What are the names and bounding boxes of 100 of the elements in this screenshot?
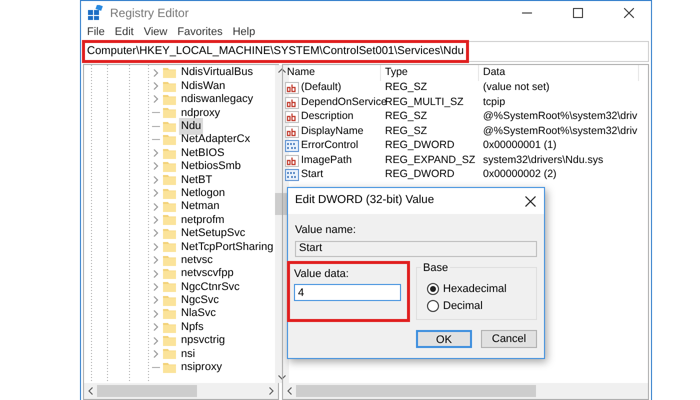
chevron-icon[interactable] (152, 68, 160, 77)
string-value-icon (285, 126, 299, 138)
value-data: 0x00000002 (2) (482, 168, 558, 182)
radio-button[interactable] (427, 300, 439, 312)
menu-item[interactable]: Favorites (177, 25, 223, 39)
horizontal-scrollbar[interactable] (84, 383, 278, 399)
folder-icon (163, 348, 176, 360)
chevron-icon[interactable] (152, 149, 160, 158)
close-icon (624, 8, 634, 18)
column-header[interactable]: Name (283, 65, 381, 81)
value-data-field[interactable]: 4 (294, 284, 401, 301)
menu-item[interactable]: File (87, 25, 105, 39)
folder-icon (163, 241, 176, 252)
menu-item[interactable]: Help (232, 25, 256, 39)
maximize-icon (573, 8, 583, 18)
chevron-icon[interactable] (152, 282, 160, 291)
chevron-icon[interactable] (152, 242, 160, 251)
chevron-icon[interactable] (152, 336, 160, 344)
string-value-icon (285, 96, 299, 109)
window-title: Registry Editor (110, 5, 189, 22)
folder-icon (163, 281, 176, 292)
menu-item[interactable]: Edit (114, 25, 134, 39)
dialog-title: Edit DWORD (32-bit) Value (295, 193, 434, 208)
binary-value-icon (285, 140, 299, 152)
radio-label[interactable]: Hexadecimal (443, 280, 507, 298)
chevron-icon[interactable] (152, 162, 160, 170)
chevron-icon[interactable] (152, 323, 160, 332)
dialog-button[interactable]: Cancel (481, 330, 537, 348)
folder-icon (163, 188, 176, 199)
menu-item[interactable]: View (144, 25, 168, 39)
value-data: (value not set) (482, 81, 551, 96)
radio-label[interactable]: Decimal (443, 298, 483, 314)
scrollbar-thumb[interactable] (296, 385, 536, 397)
folder-icon (163, 120, 176, 132)
folder-icon (163, 228, 176, 239)
radio-button[interactable] (427, 283, 439, 295)
folder-icon (163, 107, 176, 118)
folder-icon (163, 94, 176, 105)
horizontal-scrollbar[interactable] (283, 383, 648, 399)
folder-icon (163, 201, 176, 212)
chevron-icon[interactable] (152, 350, 160, 358)
value-type: REG_SZ (384, 81, 428, 96)
tree-item[interactable]: Ndu (179, 118, 204, 135)
close-icon (524, 196, 536, 206)
folder-icon (163, 322, 176, 333)
folder-icon (163, 268, 176, 280)
string-value-icon (285, 82, 299, 94)
value-type: REG_SZ (384, 124, 428, 139)
dialog-button[interactable]: OK (416, 330, 472, 348)
column-header[interactable]: Type (381, 65, 479, 81)
folder-icon (163, 335, 176, 346)
folder-icon (163, 148, 176, 159)
chevron-icon[interactable] (152, 176, 160, 184)
folder-icon (163, 80, 176, 92)
binary-value-icon (285, 169, 299, 182)
folder-icon (163, 160, 176, 172)
chevron-icon[interactable] (152, 310, 160, 318)
value-data: system32\drivers\Ndu.sys (482, 154, 604, 168)
value-data: tcpip (482, 96, 506, 110)
value-name-field[interactable]: Start (295, 240, 537, 256)
chevron-icon[interactable] (152, 95, 160, 104)
folder-icon (163, 294, 176, 306)
value-type: REG_SZ (384, 110, 428, 124)
chevron-icon[interactable] (152, 82, 160, 90)
folder-icon (163, 214, 176, 226)
value-type: REG_DWORD (384, 168, 456, 182)
chevron-icon[interactable] (152, 216, 160, 224)
chevron-icon[interactable] (152, 296, 160, 304)
value-name[interactable]: Description (301, 109, 354, 126)
field-label: Value name: (295, 223, 357, 238)
folder-icon (163, 67, 176, 78)
address-bar[interactable]: Computer\HKEY_LOCAL_MACHINE\SYSTEM\ControlSet001\Services\Ndu (83, 41, 649, 62)
registry-app-icon (87, 5, 103, 21)
value-name[interactable]: DependOnService (301, 94, 387, 111)
value-name[interactable]: (Default) (301, 80, 342, 96)
folder-icon (163, 308, 176, 320)
value-name[interactable]: ImagePath (301, 152, 352, 169)
value-name[interactable]: ErrorControl (301, 138, 358, 154)
column-header[interactable]: Data (479, 65, 639, 81)
chevron-icon[interactable] (152, 202, 160, 211)
chevron-icon[interactable] (152, 270, 160, 278)
value-type: REG_EXPAND_SZ (384, 154, 476, 168)
value-type: REG_DWORD (384, 139, 456, 154)
value-data: @%SystemRoot%\system32\driv (482, 124, 638, 139)
value-data: 0x00000001 (1) (482, 139, 558, 154)
value-name[interactable]: DisplayName (301, 124, 364, 140)
value-data: @%SystemRoot%\system32\driv (482, 110, 638, 124)
chevron-icon[interactable] (152, 229, 160, 238)
chevron-icon[interactable] (152, 189, 160, 198)
folder-icon (163, 254, 176, 266)
scrollbar-thumb[interactable] (97, 385, 197, 397)
folder-icon (163, 362, 176, 373)
chevron-icon[interactable] (152, 256, 160, 264)
field-label: Value data: (294, 266, 350, 282)
folder-icon (163, 174, 176, 186)
string-value-icon (285, 111, 299, 124)
string-value-icon (285, 154, 299, 167)
folder-icon (163, 134, 176, 146)
address-path: Computer\HKEY_LOCAL_MACHINE\SYSTEM\ControlSet001\Services\Ndu (84, 42, 467, 61)
value-name[interactable]: Start (301, 167, 324, 184)
